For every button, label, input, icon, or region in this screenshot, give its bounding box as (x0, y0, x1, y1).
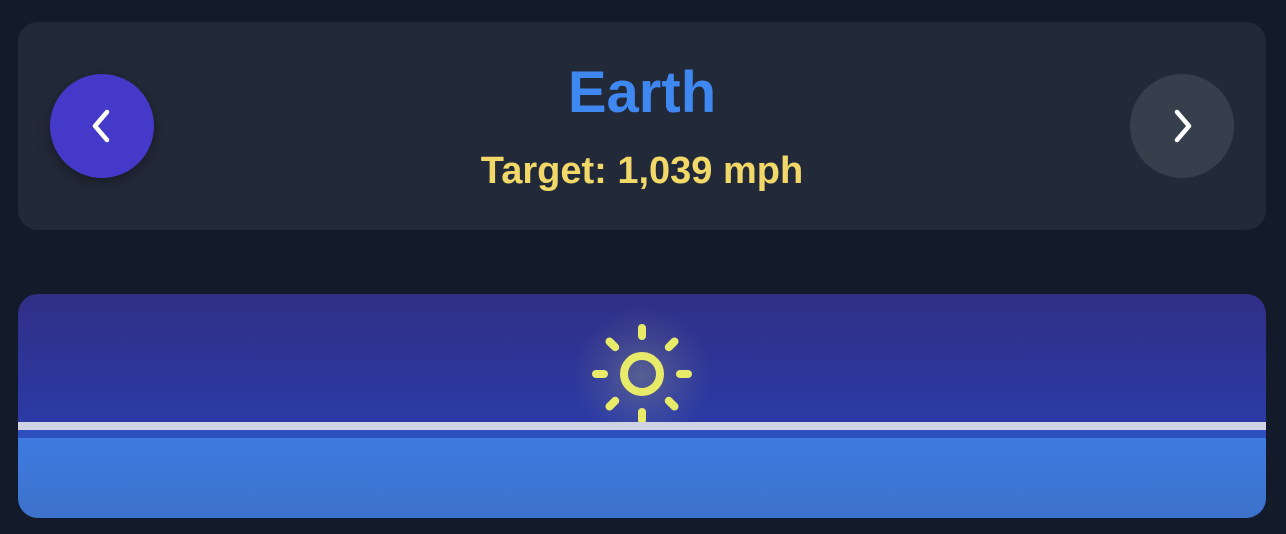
next-planet-button[interactable] (1130, 74, 1234, 178)
horizon-line (18, 422, 1266, 430)
planet-name: Earth (567, 60, 717, 125)
planet-scene (18, 294, 1266, 518)
planet-ground (18, 438, 1266, 518)
horizon-shadow (18, 430, 1266, 438)
planet-selector-card: Earth Target: 1,039 mph (18, 22, 1266, 230)
chevron-right-icon (1174, 109, 1192, 143)
target-speed: Target: 1,039 mph (480, 150, 804, 192)
sun-icon (592, 324, 692, 424)
